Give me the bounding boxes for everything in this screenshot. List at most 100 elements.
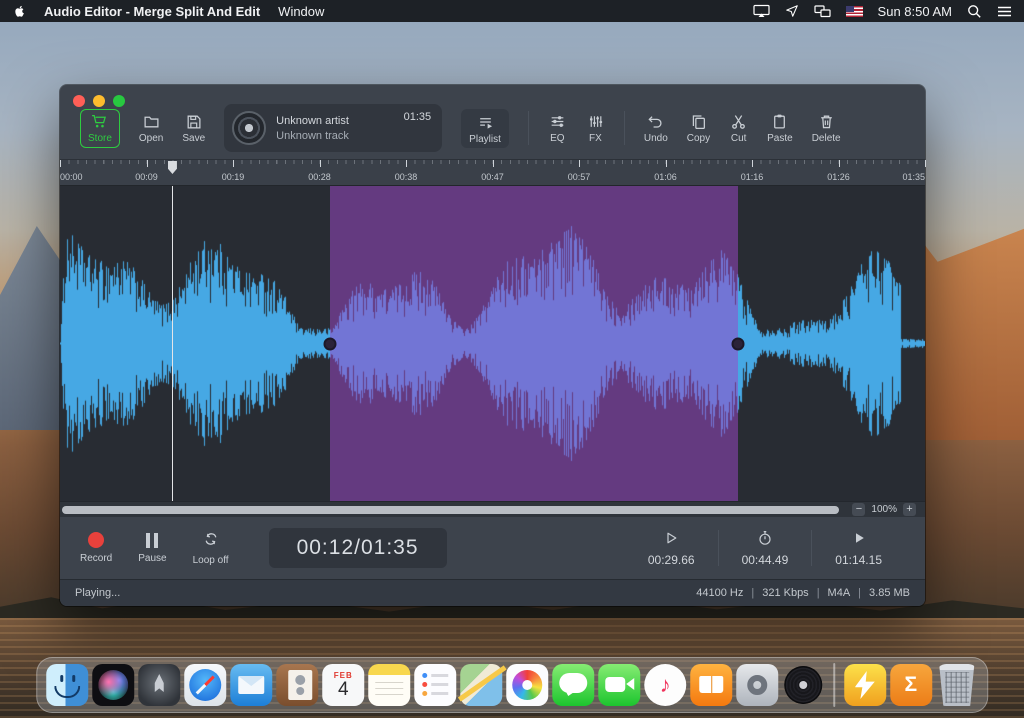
reminders-icon[interactable] (414, 664, 457, 706)
save-button[interactable]: Save (182, 113, 205, 144)
ruler-label: 00:00 (60, 172, 83, 182)
screen-share-icon[interactable] (785, 4, 799, 18)
loop-button[interactable]: Loop off (193, 531, 229, 566)
play-filled-icon (851, 530, 867, 549)
status-bitrate: 321 Kbps (762, 587, 809, 599)
selection-start-value: 00:29.66 (647, 552, 695, 567)
time-display: 00:12/01:35 (268, 528, 447, 568)
eq-label: EQ (550, 132, 565, 144)
ibooks-icon[interactable] (690, 664, 733, 706)
loop-icon (201, 531, 221, 550)
notes-icon[interactable] (368, 664, 411, 706)
notification-center-icon[interactable] (997, 5, 1012, 18)
safari-icon[interactable] (184, 664, 227, 706)
photos-icon[interactable] (506, 664, 549, 706)
store-button[interactable]: Store (80, 108, 120, 148)
now-playing-artist: Unknown artist (276, 114, 349, 127)
minimize-button[interactable] (93, 95, 105, 107)
ruler-tick (665, 160, 667, 167)
now-playing-widget[interactable]: Unknown artist Unknown track 01:35 (224, 104, 443, 152)
ruler-tick (319, 160, 321, 167)
copy-button[interactable]: Copy (687, 113, 710, 144)
fx-faders-icon (586, 113, 605, 130)
playlist-button[interactable]: Playlist (461, 108, 509, 148)
selection-handle-right[interactable] (731, 337, 745, 350)
cart-icon (91, 114, 108, 132)
zoom-out-button[interactable]: − (852, 503, 866, 516)
fx-label: FX (588, 132, 602, 144)
menu-app-name[interactable]: Audio Editor - Merge Split And Edit (44, 4, 260, 19)
finder-icon[interactable] (46, 664, 89, 706)
selection-handle-left[interactable] (323, 337, 337, 350)
playlist-label: Playlist (469, 133, 501, 145)
disc-icon (232, 111, 267, 145)
dock-separator (833, 663, 835, 707)
scrollbar-thumb[interactable] (62, 506, 840, 514)
selection-region[interactable] (329, 186, 739, 501)
ruler-label: 01:06 (654, 172, 677, 182)
pause-button[interactable]: Pause (138, 532, 167, 564)
selection-end-field[interactable]: 01:14.15 (812, 530, 905, 567)
maps-icon[interactable] (460, 664, 503, 706)
vinyl-app-icon[interactable] (782, 664, 824, 706)
menu-window[interactable]: Window (278, 4, 324, 19)
zoom-window-button[interactable] (113, 95, 125, 107)
status-filesize: 3.85 MB (869, 587, 910, 599)
spotlight-icon[interactable] (967, 4, 982, 19)
selection-duration-field[interactable]: 00:44.49 (719, 530, 812, 567)
status-playing: Playing... (75, 587, 121, 599)
ruler-tick (146, 160, 148, 167)
zoom-in-button[interactable]: + (903, 503, 916, 516)
itunes-icon[interactable]: ♪ (644, 664, 687, 706)
eq-button[interactable]: EQ (548, 113, 567, 144)
ruler-label: 00:47 (481, 172, 504, 182)
timeline-ruler[interactable]: 00:00 00:09 00:19 00:28 00:38 00:47 00:57 01:06… (60, 159, 926, 186)
save-label: Save (182, 132, 206, 144)
eq-sliders-icon (548, 113, 567, 130)
open-label: Open (138, 132, 164, 144)
delete-button[interactable]: Delete (812, 113, 841, 144)
messages-icon[interactable] (552, 664, 595, 706)
undo-button[interactable]: Undo (644, 113, 668, 144)
toolbar-separator (527, 111, 529, 145)
displays-icon[interactable] (813, 4, 831, 18)
mail-icon[interactable] (230, 664, 273, 706)
toolbar: Store Open Save Unknown artist Unknown t… (60, 85, 925, 159)
waveform-area[interactable] (60, 186, 925, 501)
ruler-tick (838, 160, 840, 167)
record-button[interactable]: Record (80, 532, 112, 564)
paste-button[interactable]: Paste (767, 113, 793, 144)
facetime-icon[interactable] (598, 664, 641, 706)
status-samplerate: 44100 Hz (696, 587, 744, 599)
open-button[interactable]: Open (139, 113, 163, 144)
status-bar: Playing... 44100 Hz | 321 Kbps | M4A | 3… (60, 579, 925, 606)
status-separator: | (858, 587, 862, 599)
fx-button[interactable]: FX (586, 113, 605, 144)
close-button[interactable] (73, 95, 85, 107)
playhead-line (172, 186, 174, 501)
trash-icon (817, 113, 836, 130)
undo-icon (646, 113, 665, 130)
delete-label: Delete (811, 132, 841, 144)
cut-button[interactable]: Cut (729, 113, 748, 144)
apple-menu-icon[interactable] (12, 3, 26, 19)
contacts-icon[interactable] (276, 664, 319, 706)
menu-clock[interactable]: Sun 8:50 AM (878, 4, 952, 19)
calendar-icon[interactable]: FEB 4 (322, 664, 365, 706)
horizontal-scrollbar[interactable] (60, 502, 843, 517)
airplay-icon[interactable] (752, 4, 770, 18)
keyboard-flag-icon[interactable] (845, 5, 863, 17)
status-separator: | (816, 587, 820, 599)
selection-duration-value: 00:44.49 (741, 552, 789, 567)
trash-icon[interactable] (939, 664, 975, 706)
siri-icon[interactable] (92, 664, 135, 706)
lightning-app-icon[interactable] (843, 664, 886, 706)
launchpad-icon[interactable] (138, 664, 181, 706)
play-outline-icon (663, 530, 679, 549)
playhead-marker[interactable] (167, 161, 177, 174)
status-format: M4A (827, 587, 851, 599)
system-preferences-icon[interactable] (736, 664, 779, 706)
selection-start-field[interactable]: 00:29.66 (625, 530, 718, 567)
cut-label: Cut (730, 132, 747, 144)
sigma-app-icon[interactable]: Σ (889, 664, 932, 706)
